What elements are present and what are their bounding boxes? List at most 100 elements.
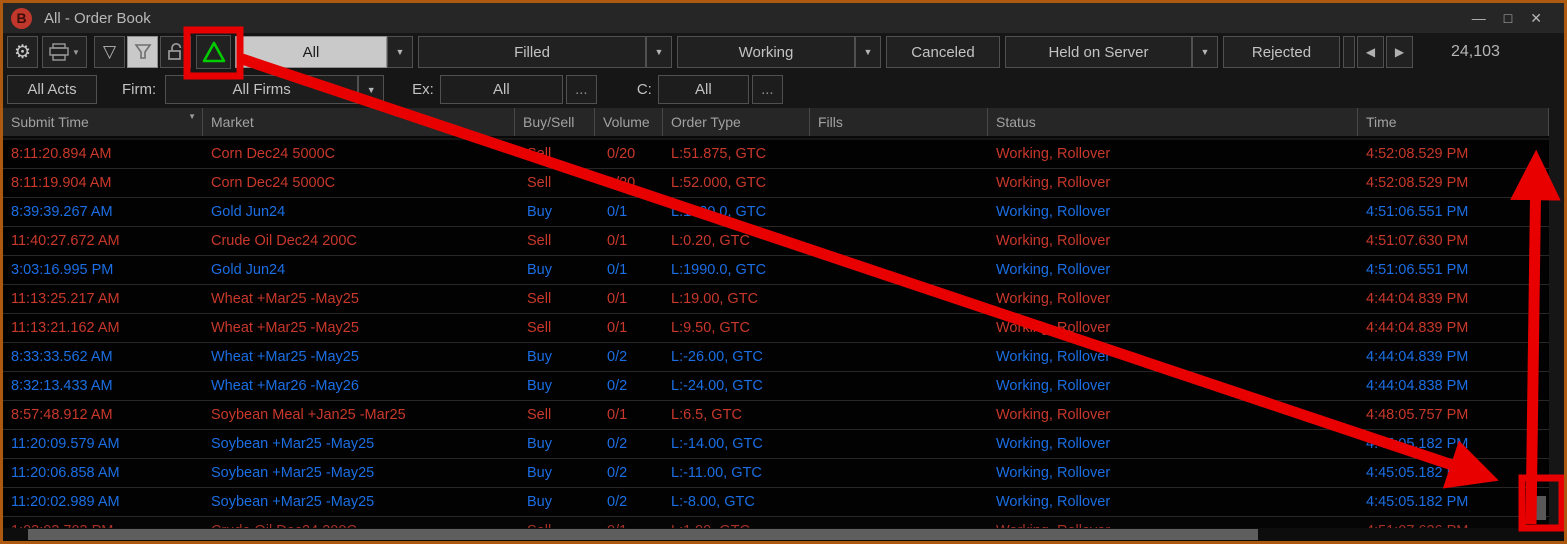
cell-market: Soybean Meal +Jan25 -Mar25 <box>203 407 515 423</box>
table-row[interactable]: 11:20:06.858 AM Soybean +Mar25 -May25 Bu… <box>3 459 1549 488</box>
filter-canceled-button[interactable]: Canceled <box>886 36 1000 68</box>
all-accounts-button[interactable]: All Acts <box>7 75 97 104</box>
cell-submit-time: 8:11:19.904 AM <box>3 175 203 191</box>
contract-more-button[interactable]: ... <box>752 75 783 104</box>
cell-order-type: L:-26.00, GTC <box>663 349 810 365</box>
filter-all-arrow-button[interactable]: ▼ <box>387 36 413 68</box>
order-table-body: 8:11:20.894 AM Corn Dec24 5000C Sell 0/2… <box>3 140 1549 544</box>
filter-held-dropdown[interactable]: Held on Server <box>1005 36 1192 68</box>
table-row[interactable]: 8:33:33.562 AM Wheat +Mar25 -May25 Buy 0… <box>3 343 1549 372</box>
horizontal-scroll-thumb[interactable] <box>28 529 1258 540</box>
cell-time: 4:45:05.182 PM <box>1358 436 1549 452</box>
cell-submit-time: 8:57:48.912 AM <box>3 407 203 423</box>
filter-funnel-button[interactable] <box>127 36 158 68</box>
table-row[interactable]: 8:11:20.894 AM Corn Dec24 5000C Sell 0/2… <box>3 140 1549 169</box>
account-bar: All Acts Firm: All Firms ▼ Ex: All ... C… <box>3 71 1564 108</box>
col-order-type[interactable]: Order Type <box>663 108 810 136</box>
cell-order-type: L:6.5, GTC <box>663 407 810 423</box>
col-time[interactable]: Time <box>1358 108 1549 136</box>
filter-rejected-button[interactable]: Rejected <box>1223 36 1340 68</box>
exchange-value-box[interactable]: All <box>440 75 563 104</box>
cell-buy-sell: Sell <box>515 291 595 307</box>
cell-time: 4:44:04.839 PM <box>1358 349 1549 365</box>
col-submit-time[interactable]: Submit Time ▼ <box>3 108 203 136</box>
exchange-more-button[interactable]: ... <box>566 75 597 104</box>
cell-buy-sell: Buy <box>515 262 595 278</box>
cell-status: Working, Rollover <box>988 146 1358 162</box>
cell-volume: 0/20 <box>595 146 663 162</box>
table-row[interactable]: 11:20:09.579 AM Soybean +Mar25 -May25 Bu… <box>3 430 1549 459</box>
vertical-scroll-thumb[interactable] <box>1533 496 1546 520</box>
table-row[interactable]: 11:40:27.672 AM Crude Oil Dec24 200C Sel… <box>3 227 1549 256</box>
table-row[interactable]: 8:32:13.433 AM Wheat +Mar26 -May26 Buy 0… <box>3 372 1549 401</box>
cell-submit-time: 8:32:13.433 AM <box>3 378 203 394</box>
table-row[interactable]: 8:11:19.904 AM Corn Dec24 5000C Sell 0/2… <box>3 169 1549 198</box>
cell-order-type: L:1920.0, GTC <box>663 204 810 220</box>
filter-working-dropdown[interactable]: Working <box>677 36 855 68</box>
cell-market: Crude Oil Dec24 200C <box>203 233 515 249</box>
cell-order-type: L:0.20, GTC <box>663 233 810 249</box>
cell-volume: 0/2 <box>595 494 663 510</box>
settings-button[interactable]: ⚙ <box>7 36 38 68</box>
col-volume[interactable]: Volume <box>595 108 663 136</box>
table-row[interactable]: 8:57:48.912 AM Soybean Meal +Jan25 -Mar2… <box>3 401 1549 430</box>
highlight-button[interactable] <box>196 35 231 69</box>
filter-held-arrow-button[interactable]: ▼ <box>1192 36 1218 68</box>
cell-order-type: L:-14.00, GTC <box>663 436 810 452</box>
col-market[interactable]: Market <box>203 108 515 136</box>
cell-buy-sell: Sell <box>515 146 595 162</box>
cell-status: Working, Rollover <box>988 320 1358 336</box>
firm-label: Firm: <box>122 81 156 98</box>
col-status[interactable]: Status <box>988 108 1358 136</box>
funnel-icon <box>134 43 152 61</box>
filter-all-dropdown[interactable]: All <box>235 36 387 68</box>
cell-volume: 0/2 <box>595 436 663 452</box>
cell-submit-time: 11:20:02.989 AM <box>3 494 203 510</box>
col-buy-sell[interactable]: Buy/Sell <box>515 108 595 136</box>
col-fills[interactable]: Fills <box>810 108 988 136</box>
minimize-button[interactable]: — <box>1472 10 1486 26</box>
table-row[interactable]: 11:13:25.217 AM Wheat +Mar25 -May25 Sell… <box>3 285 1549 314</box>
cell-time: 4:52:08.529 PM <box>1358 146 1549 162</box>
cell-market: Soybean +Mar25 -May25 <box>203 436 515 452</box>
chevron-down-icon: ▼ <box>1201 47 1210 57</box>
order-count: 24,103 <box>1451 43 1500 61</box>
contract-value-box[interactable]: All <box>658 75 749 104</box>
close-button[interactable]: ✕ <box>1530 10 1542 27</box>
cell-market: Wheat +Mar26 -May26 <box>203 378 515 394</box>
filter-filled-arrow-button[interactable]: ▼ <box>646 36 672 68</box>
cell-volume: 0/1 <box>595 262 663 278</box>
filter-filled-dropdown[interactable]: Filled <box>418 36 646 68</box>
table-row[interactable]: 8:39:39.267 AM Gold Jun24 Buy 0/1 L:1920… <box>3 198 1549 227</box>
cell-status: Working, Rollover <box>988 407 1358 423</box>
horizontal-scrollbar[interactable] <box>3 528 1564 541</box>
chevron-down-icon: ▼ <box>655 47 664 57</box>
firm-arrow-button[interactable]: ▼ <box>358 75 384 104</box>
cell-time: 4:45:05.182 PM <box>1358 494 1549 510</box>
triangle-down-outline-icon: ▽ <box>103 42 116 62</box>
maximize-button[interactable]: □ <box>1504 10 1512 26</box>
cell-submit-time: 11:40:27.672 AM <box>3 233 203 249</box>
app-window: B All - Order Book — □ ✕ ⚙ ▼ ▽ <box>0 0 1567 544</box>
cell-volume: 0/1 <box>595 320 663 336</box>
cell-order-type: L:52.000, GTC <box>663 175 810 191</box>
cell-status: Working, Rollover <box>988 175 1358 191</box>
left-arrow-icon: ◀ <box>1366 45 1375 59</box>
cell-buy-sell: Buy <box>515 349 595 365</box>
lock-button[interactable] <box>160 36 191 68</box>
cell-order-type: L:-11.00, GTC <box>663 465 810 481</box>
prev-page-button[interactable]: ◀ <box>1357 36 1384 68</box>
cell-time: 4:51:06.551 PM <box>1358 262 1549 278</box>
filter-working-arrow-button[interactable]: ▼ <box>855 36 881 68</box>
next-page-button[interactable]: ▶ <box>1386 36 1413 68</box>
cell-status: Working, Rollover <box>988 349 1358 365</box>
cell-status: Working, Rollover <box>988 378 1358 394</box>
filter-outline-button[interactable]: ▽ <box>94 36 125 68</box>
firm-dropdown[interactable]: All Firms <box>165 75 358 104</box>
table-row[interactable]: 11:13:21.162 AM Wheat +Mar25 -May25 Sell… <box>3 314 1549 343</box>
cell-status: Working, Rollover <box>988 291 1358 307</box>
print-button[interactable]: ▼ <box>42 36 87 68</box>
cell-time: 4:51:06.551 PM <box>1358 204 1549 220</box>
table-row[interactable]: 3:03:16.995 PM Gold Jun24 Buy 0/1 L:1990… <box>3 256 1549 285</box>
table-row[interactable]: 11:20:02.989 AM Soybean +Mar25 -May25 Bu… <box>3 488 1549 517</box>
